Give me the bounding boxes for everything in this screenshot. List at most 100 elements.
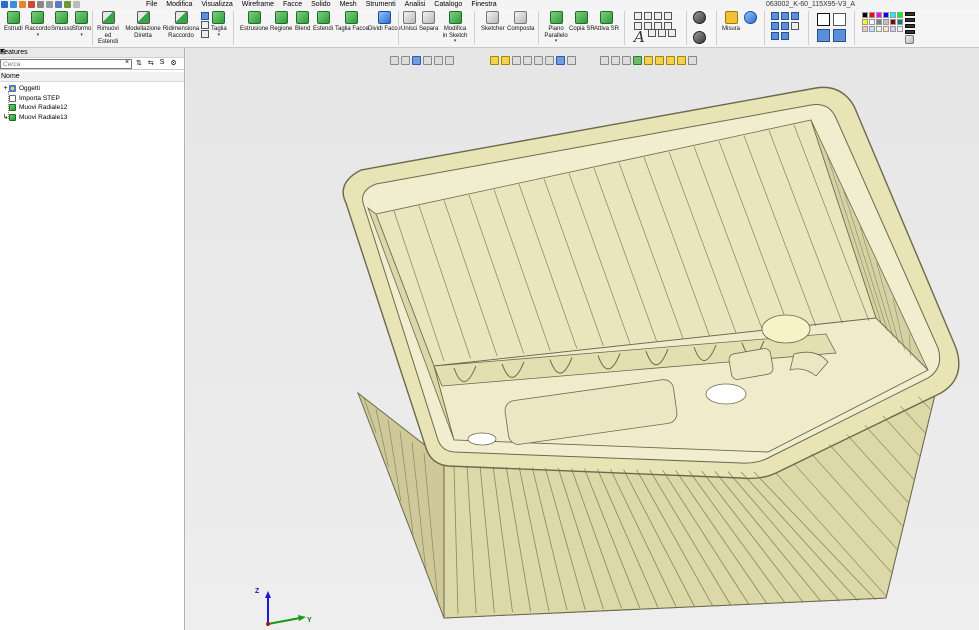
color-swatch[interactable] — [897, 12, 903, 18]
menu-analisi[interactable]: Analisi — [405, 1, 426, 8]
analysis-button[interactable] — [744, 11, 757, 26]
color-swatch[interactable] — [883, 12, 889, 18]
split-icon[interactable] — [201, 21, 209, 29]
sync-icon[interactable]: S — [160, 59, 165, 67]
color-palette[interactable] — [862, 12, 903, 32]
view-bottom-icon[interactable] — [771, 32, 779, 40]
options-icon[interactable] — [64, 1, 71, 8]
menu-finestra[interactable]: Finestra — [471, 1, 496, 8]
dimension-icon[interactable] — [644, 12, 652, 20]
line-style-icon[interactable] — [905, 12, 915, 16]
estrusione-button[interactable]: Estrusione — [240, 11, 268, 33]
estrudi-button[interactable]: Estrudi — [4, 11, 23, 33]
line-icon[interactable] — [634, 12, 642, 20]
search-input[interactable] — [0, 59, 132, 69]
menu-solido[interactable]: Solido — [311, 1, 330, 8]
ridimensiona-raccordo-button[interactable]: Ridimensiona Raccordo — [162, 11, 200, 39]
separa-button[interactable]: Separa — [419, 11, 438, 33]
color-swatch[interactable] — [862, 19, 868, 25]
modellazione-diretta-button[interactable]: Modellazione Diretta — [125, 11, 161, 39]
menu-wireframe[interactable]: Wireframe — [242, 1, 274, 8]
blend-button[interactable]: Blend — [295, 11, 310, 33]
view-front-icon[interactable] — [771, 12, 779, 20]
text-icon[interactable] — [664, 12, 672, 20]
view-left-icon[interactable] — [781, 22, 789, 30]
raccordo-button[interactable]: Raccordo ▾ — [25, 11, 51, 38]
modifica-sketch-button[interactable]: Modifica in Sketch ▾ — [441, 11, 469, 44]
color-swatch[interactable] — [890, 12, 896, 18]
menu-strumenti[interactable]: Strumenti — [366, 1, 396, 8]
attiva-sr-button[interactable]: Attiva SR — [594, 11, 619, 33]
view-right-icon[interactable] — [791, 22, 799, 30]
estendi-button[interactable]: Estendi — [313, 11, 333, 33]
save-icon[interactable] — [10, 1, 17, 8]
color-swatch[interactable] — [876, 12, 882, 18]
color-swatch[interactable] — [897, 26, 903, 32]
color-picker-button[interactable] — [905, 35, 914, 46]
redo-icon[interactable] — [46, 1, 53, 8]
dividi-facce-button[interactable]: Dividi Facce — [368, 11, 401, 33]
hole-note-icon[interactable] — [648, 29, 656, 37]
new-file-icon[interactable] — [1, 1, 8, 8]
view-dimetric-icon[interactable] — [781, 32, 789, 40]
chevron-down-icon[interactable]: ▾ — [80, 32, 83, 38]
menu-visualizza[interactable]: Visualizza — [201, 1, 232, 8]
chevron-down-icon[interactable]: ▾ — [218, 32, 221, 38]
undo-icon[interactable] — [37, 1, 44, 8]
cut-icon[interactable] — [201, 12, 209, 20]
taglia-button[interactable]: Taglia ▾ — [211, 11, 227, 38]
color-swatch[interactable] — [862, 26, 868, 32]
table-icon[interactable] — [668, 29, 676, 37]
color-swatch[interactable] — [883, 26, 889, 32]
filter-icon[interactable]: ⇅ — [136, 59, 142, 67]
regione-button[interactable]: Regione — [270, 11, 292, 33]
tree-item[interactable]: + Oggetti — [0, 84, 184, 94]
tree-item[interactable]: Muovi Radiale12 — [0, 103, 184, 113]
color-swatch[interactable] — [890, 26, 896, 32]
menu-facce[interactable]: Facce — [283, 1, 302, 8]
print-icon[interactable] — [28, 1, 35, 8]
window-icon[interactable] — [73, 1, 80, 8]
open-icon[interactable] — [19, 1, 26, 8]
sort-icon[interactable]: ⇆ — [148, 59, 154, 67]
tree-item[interactable]: ↳ Muovi Radiale13 — [0, 113, 184, 123]
pan-icon[interactable] — [833, 29, 846, 42]
color-swatch[interactable] — [862, 12, 868, 18]
color-swatch[interactable] — [869, 19, 875, 25]
line-type-icon[interactable] — [905, 24, 915, 28]
clear-search-icon[interactable]: × — [125, 59, 129, 66]
tree-item[interactable]: Importa STEP — [0, 94, 184, 104]
unisci-button[interactable]: Unisci — [401, 11, 417, 33]
rotate-view-button[interactable] — [693, 11, 706, 26]
graphics-viewport[interactable]: Z Y — [186, 48, 979, 630]
line-width-icon[interactable] — [905, 30, 915, 34]
text-annotation-icon[interactable]: A — [634, 30, 645, 45]
copia-sr-button[interactable]: Copia SR — [569, 11, 595, 33]
view-top-icon[interactable] — [781, 12, 789, 20]
menu-file[interactable]: File — [146, 1, 157, 8]
menu-catalogo[interactable]: Catalogo — [434, 1, 462, 8]
chevron-down-icon[interactable]: ▾ — [555, 39, 558, 44]
piano-parallelo-button[interactable]: Piano Parallelo ▾ — [543, 11, 569, 44]
view-iso-icon[interactable] — [791, 12, 799, 20]
trim-icon[interactable] — [201, 30, 209, 38]
view-back-icon[interactable] — [771, 22, 779, 30]
taglia-facce-button[interactable]: Taglia Facce — [335, 11, 369, 33]
tray-model[interactable] — [342, 86, 960, 619]
menu-mesh[interactable]: Mesh — [340, 1, 357, 8]
color-swatch[interactable] — [890, 19, 896, 25]
refresh-icon[interactable] — [55, 1, 62, 8]
menu-modifica[interactable]: Modifica — [166, 1, 192, 8]
zoom-icon[interactable] — [833, 13, 846, 26]
expand-icon[interactable]: + — [2, 85, 9, 92]
smusso-button[interactable]: Smusso — [51, 11, 73, 33]
zoom-window-icon[interactable] — [817, 13, 830, 26]
color-swatch[interactable] — [869, 12, 875, 18]
sketcher-button[interactable]: Sketcher — [481, 11, 505, 33]
misura-button[interactable]: Misura — [722, 11, 740, 33]
balloon-icon[interactable] — [658, 29, 666, 37]
close-icon[interactable]: × — [0, 48, 182, 55]
chevron-down-icon[interactable]: ▾ — [454, 39, 457, 44]
fit-view-icon[interactable] — [817, 29, 830, 42]
color-swatch[interactable] — [876, 26, 882, 32]
